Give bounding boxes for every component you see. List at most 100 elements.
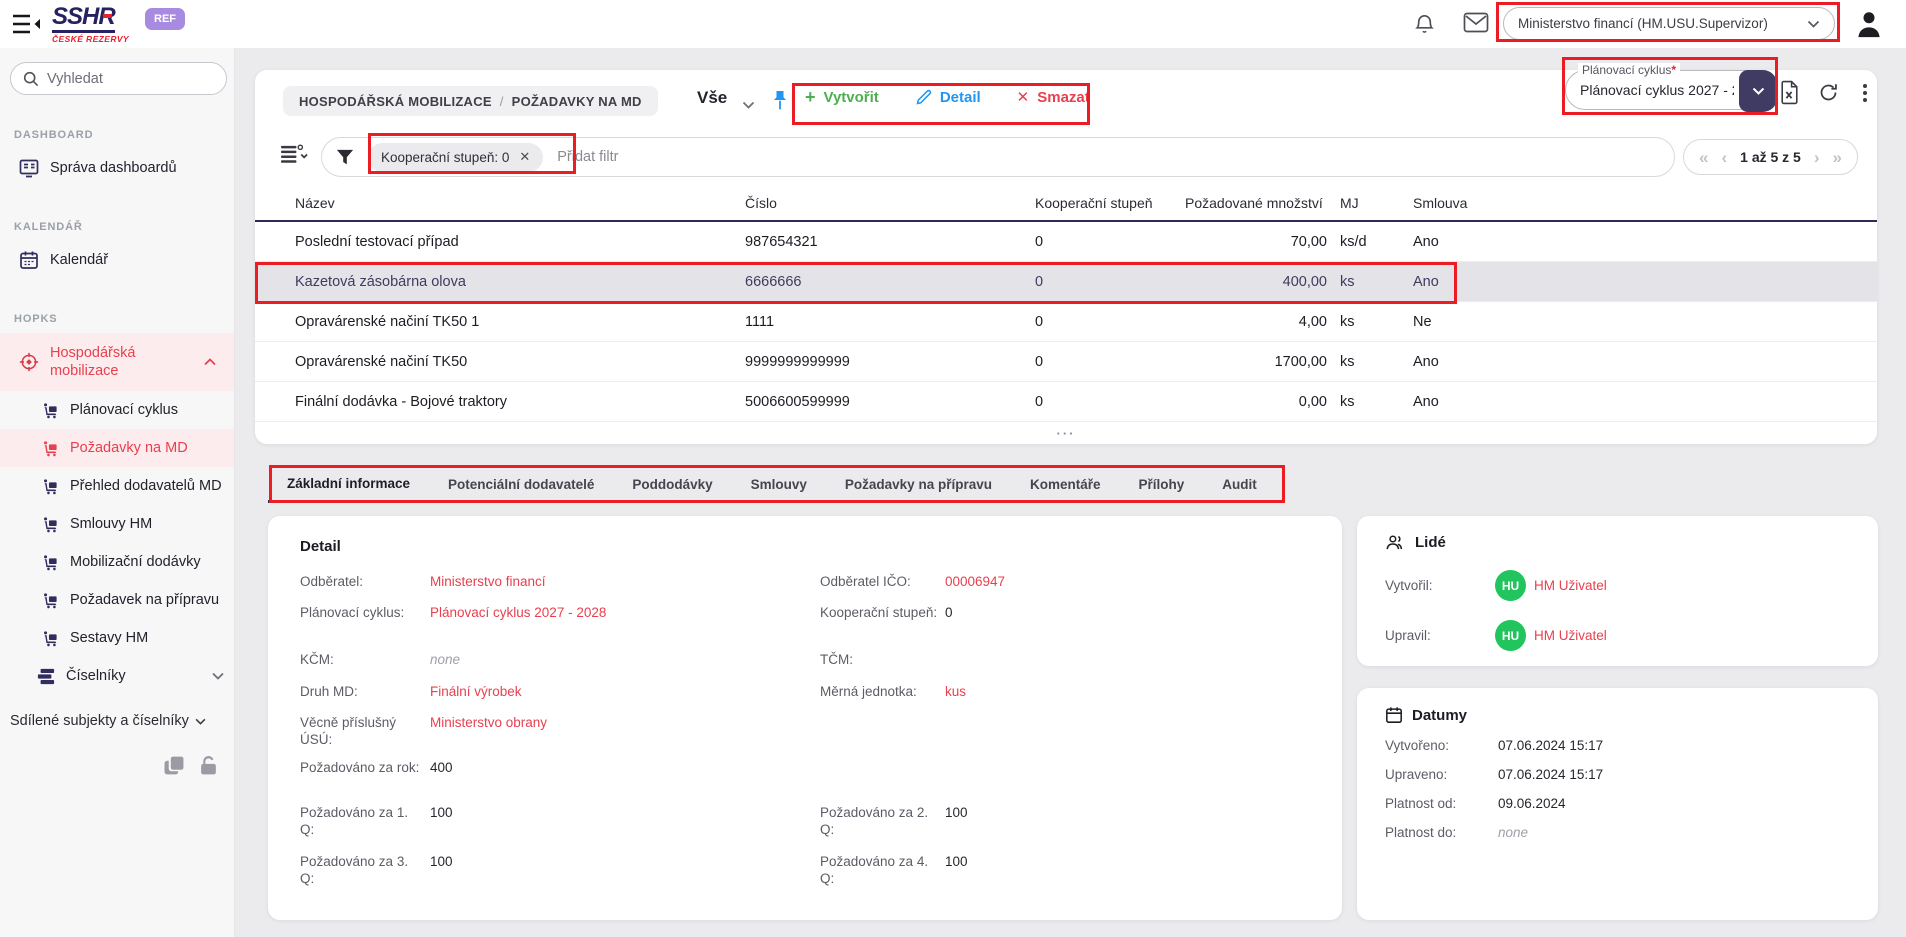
table-more-button[interactable]: ··· bbox=[255, 422, 1877, 444]
sidebar-item-label: Smlouvy HM bbox=[70, 516, 152, 532]
sidebar-item-prehled-dodavatelu-md[interactable]: Přehled dodavatelů MD bbox=[0, 467, 234, 505]
field-value: 100 bbox=[430, 853, 453, 870]
filter-chip[interactable]: Kooperační stupeň: 0 ✕ bbox=[368, 143, 543, 172]
table-row[interactable]: Opravárenské načiní TK50 1 1111 0 4,00 k… bbox=[255, 302, 1877, 342]
field-value-link[interactable]: kus bbox=[945, 683, 966, 700]
export-button[interactable] bbox=[1779, 80, 1800, 105]
chip-close-icon[interactable]: ✕ bbox=[519, 149, 530, 165]
tab-potencialni-dodavatele[interactable]: Potenciální dodavatelé bbox=[429, 466, 613, 502]
pin-button[interactable] bbox=[773, 90, 787, 117]
filter-funnel-icon[interactable] bbox=[336, 149, 354, 166]
delete-button[interactable]: ✕ Smazat bbox=[1017, 89, 1090, 106]
table-row[interactable]: Poslední testovací případ 987654321 0 70… bbox=[255, 222, 1877, 262]
date-row: Upraveno: 07.06.2024 15:17 bbox=[1385, 767, 1850, 782]
table-row-selected[interactable]: Kazetová zásobárna olova 6666666 0 400,0… bbox=[255, 262, 1877, 302]
detail-row: Požadováno za 3. Q:100 Požadováno za 4. … bbox=[300, 853, 1310, 902]
people-title: Lidé bbox=[1415, 534, 1446, 551]
cell-mnozstvi: 400,00 bbox=[1185, 274, 1327, 290]
section-label-dashboard: DASHBOARD bbox=[14, 129, 234, 141]
add-filter-input[interactable] bbox=[557, 149, 1660, 165]
column-header-nazev[interactable]: Název bbox=[255, 195, 745, 211]
cart-icon bbox=[40, 516, 60, 533]
table-toolbar: HOSPODÁŘSKÁ MOBILIZACE / POŽADAVKY NA MD… bbox=[255, 70, 1877, 134]
column-settings-button[interactable] bbox=[281, 144, 308, 170]
detail-row: Druh MD:Finální výrobek Měrná jednotka:k… bbox=[300, 683, 1310, 714]
sidebar-item-sestavy-hm[interactable]: Sestavy HM bbox=[0, 619, 234, 657]
more-options-button[interactable] bbox=[1857, 82, 1873, 104]
field-value-link[interactable]: Plánovací cyklus 2027 - 2028 bbox=[430, 604, 606, 621]
user-link[interactable]: HM Uživatel bbox=[1534, 578, 1607, 593]
first-page-button[interactable]: « bbox=[1699, 149, 1708, 166]
cell-smlouva: Ano bbox=[1413, 274, 1533, 290]
user-avatar[interactable] bbox=[1854, 9, 1884, 44]
tab-prilohy[interactable]: Přílohy bbox=[1120, 466, 1204, 502]
prev-page-button[interactable]: ‹ bbox=[1721, 149, 1727, 166]
delete-label: Smazat bbox=[1037, 89, 1090, 106]
detail-row: KČM:none TČM: bbox=[300, 651, 1310, 683]
logo-subtitle: ČESKÉ REZERVY bbox=[52, 35, 129, 44]
sidebar-item-label: Požadavky na MD bbox=[70, 440, 188, 456]
sidebar-item-hospodarska-mobilizace[interactable]: Hospodářská mobilizace bbox=[0, 333, 234, 391]
column-header-kooperacni-stupen[interactable]: Kooperační stupeň bbox=[1035, 195, 1185, 211]
cart-icon bbox=[40, 440, 60, 457]
mail-icon bbox=[1463, 12, 1489, 33]
sidebar-item-pozadavek-na-pripravu[interactable]: Požadavek na přípravu bbox=[0, 581, 234, 619]
tab-audit[interactable]: Audit bbox=[1203, 466, 1276, 502]
table-row[interactable]: Opravárenské načiní TK50 9999999999999 0… bbox=[255, 342, 1877, 382]
breadcrumb-separator: / bbox=[500, 94, 504, 109]
search-input[interactable] bbox=[47, 71, 197, 87]
column-header-mj[interactable]: MJ bbox=[1340, 195, 1400, 211]
tab-poddodavky[interactable]: Poddodávky bbox=[613, 466, 731, 502]
create-button[interactable]: + Vytvořit bbox=[805, 88, 879, 106]
tab-smlouvy[interactable]: Smlouvy bbox=[732, 466, 826, 502]
tab-pozadavky-na-pripravu[interactable]: Požadavky na přípravu bbox=[826, 466, 1011, 502]
sidebar-item-planovaci-cyklus[interactable]: Plánovací cyklus bbox=[0, 391, 234, 429]
sidebar-item-smlouvy-hm[interactable]: Smlouvy HM bbox=[0, 505, 234, 543]
sidebar-collapse-button[interactable] bbox=[12, 13, 42, 35]
breadcrumb: HOSPODÁŘSKÁ MOBILIZACE / POŽADAVKY NA MD bbox=[283, 86, 658, 116]
copy-button[interactable] bbox=[164, 755, 185, 781]
detail-button[interactable]: Detail bbox=[915, 89, 981, 106]
sidebar-search bbox=[10, 62, 227, 95]
tab-komentare[interactable]: Komentáře bbox=[1011, 466, 1120, 502]
unlock-button[interactable] bbox=[199, 755, 218, 781]
org-select[interactable]: Ministerstvo financí (HM.USU.Supervizor) bbox=[1503, 7, 1835, 40]
tab-zakladni-informace[interactable]: Základní informace bbox=[268, 466, 429, 503]
sidebar-item-pozadavky-na-md[interactable]: Požadavky na MD bbox=[0, 429, 234, 467]
field-value-link[interactable]: Ministerstvo financí bbox=[430, 573, 546, 590]
sidebar-item-ciselniky[interactable]: Číselníky bbox=[0, 657, 234, 695]
planning-cycle-dropdown-button[interactable] bbox=[1739, 70, 1777, 112]
breadcrumb-page: POŽADAVKY NA MD bbox=[512, 94, 642, 109]
chevron-down-icon[interactable] bbox=[742, 96, 755, 114]
refresh-button[interactable] bbox=[1818, 82, 1839, 103]
sidebar-item-sdilene-subjekty[interactable]: Sdílené subjekty a číselníky bbox=[10, 713, 234, 729]
field-label: Požadováno za 1. Q: bbox=[300, 804, 430, 838]
table-row[interactable]: Finální dodávka - Bojové traktory 500660… bbox=[255, 382, 1877, 422]
field-value-empty: none bbox=[1498, 825, 1528, 840]
sidebar-item-label: Přehled dodavatelů MD bbox=[70, 478, 222, 494]
notifications-button[interactable] bbox=[1413, 12, 1436, 41]
sidebar-item-label: Hospodářská mobilizace bbox=[50, 344, 172, 380]
cart-icon bbox=[40, 402, 60, 419]
column-header-pozadovane-mnozstvi[interactable]: Požadované množství bbox=[1185, 195, 1327, 211]
field-value-link[interactable]: 00006947 bbox=[945, 573, 1005, 590]
field-value-link[interactable]: Ministerstvo obrany bbox=[430, 714, 547, 731]
next-page-button[interactable]: › bbox=[1814, 149, 1820, 166]
cell-mnozstvi: 70,00 bbox=[1185, 234, 1327, 250]
detail-row: Věcně příslušný ÚSÚ:Ministerstvo obrany bbox=[300, 714, 1310, 759]
sidebar-item-sprava-dashboardu[interactable]: Správa dashboardů bbox=[0, 149, 234, 187]
view-filter-select[interactable]: Vše bbox=[697, 88, 727, 108]
field-value-link[interactable]: Finální výrobek bbox=[430, 683, 522, 700]
last-page-button[interactable]: » bbox=[1833, 149, 1842, 166]
detail-label: Detail bbox=[940, 89, 981, 106]
messages-button[interactable] bbox=[1463, 12, 1489, 38]
field-value: 07.06.2024 15:17 bbox=[1498, 738, 1603, 753]
field-label: Plánovací cyklus: bbox=[300, 604, 430, 621]
user-link[interactable]: HM Uživatel bbox=[1534, 628, 1607, 643]
planning-cycle-select[interactable]: Plánovací cyklus* Plánovací cyklus 2027 … bbox=[1565, 70, 1777, 110]
column-header-cislo[interactable]: Číslo bbox=[745, 195, 1035, 211]
column-header-smlouva[interactable]: Smlouva bbox=[1413, 195, 1533, 211]
breadcrumb-module: HOSPODÁŘSKÁ MOBILIZACE bbox=[299, 94, 492, 109]
sidebar-item-kalendar[interactable]: Kalendář bbox=[0, 241, 234, 279]
sidebar-item-mobilizacni-dodavky[interactable]: Mobilizační dodávky bbox=[0, 543, 234, 581]
